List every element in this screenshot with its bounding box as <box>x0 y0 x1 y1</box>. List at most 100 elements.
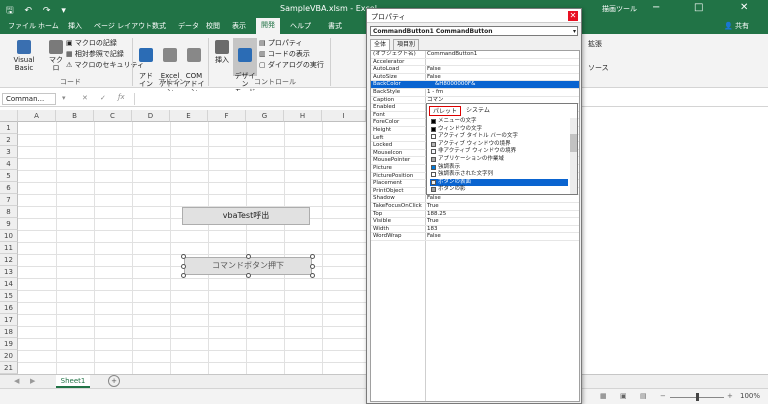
select-all-corner[interactable] <box>0 110 18 122</box>
property-row[interactable]: BackStyle 1 - fm <box>371 89 579 97</box>
close-button[interactable]: ✕ <box>740 2 748 13</box>
property-row[interactable]: AutoLoad False <box>371 66 579 74</box>
vbatest-command-button[interactable]: vbaTest呼出 <box>182 207 310 225</box>
name-box[interactable]: Comman... <box>2 93 56 105</box>
column-header[interactable]: G <box>246 110 284 122</box>
property-row[interactable]: (オブジェクト名) CommandButton1 <box>371 51 579 59</box>
visual-basic-button[interactable]: Visual Basic <box>4 40 44 72</box>
row-header[interactable]: 3 <box>0 146 18 158</box>
property-row[interactable]: Width 183 <box>371 226 579 234</box>
row-header[interactable]: 17 <box>0 314 18 326</box>
view-code-button[interactable]: ▥ コードの表示 <box>259 50 310 58</box>
zoom-slider-thumb[interactable] <box>696 393 699 401</box>
design-mode-button[interactable]: デザイン モード <box>233 38 257 96</box>
tab-view[interactable]: 表示 <box>232 21 246 31</box>
row-header[interactable]: 10 <box>0 230 18 242</box>
row-header[interactable]: 13 <box>0 266 18 278</box>
row-header[interactable]: 7 <box>0 194 18 206</box>
row-header[interactable]: 4 <box>0 158 18 170</box>
addin-button[interactable]: アド イン <box>136 40 156 88</box>
tab-data[interactable]: データ <box>178 21 199 31</box>
sheet-tab-sheet1[interactable]: Sheet1 <box>56 375 90 388</box>
function-icon[interactable]: ƒx <box>118 93 125 101</box>
expand-button[interactable]: 拡張 <box>588 40 602 48</box>
resize-handle[interactable] <box>181 254 186 259</box>
column-header[interactable]: D <box>132 110 170 122</box>
tab-review[interactable]: 校閲 <box>206 21 220 31</box>
cancel-icon[interactable]: ✕ <box>82 94 88 102</box>
add-sheet-button[interactable]: + <box>108 375 120 387</box>
share-button[interactable]: 👤 共有 <box>724 21 749 31</box>
minimize-button[interactable]: − <box>652 2 660 13</box>
namebox-dropdown-icon[interactable]: ▾ <box>62 94 66 102</box>
column-header[interactable]: H <box>284 110 322 122</box>
color-option[interactable]: アクティブ タイトル バーの文字 <box>430 133 568 141</box>
color-option[interactable]: アプリケーションの作業域 <box>430 156 568 164</box>
tab-palette[interactable]: パレット <box>429 106 462 116</box>
tab-help[interactable]: ヘルプ <box>290 21 311 31</box>
color-option[interactable]: メニューの文字 <box>430 118 568 126</box>
scrollbar-thumb[interactable] <box>570 134 577 152</box>
row-header[interactable]: 8 <box>0 206 18 218</box>
tab-developer[interactable]: 開発 <box>256 18 280 34</box>
dropdown-scrollbar[interactable] <box>570 118 577 194</box>
zoom-in-icon[interactable]: + <box>727 392 733 400</box>
view-normal-icon[interactable]: ▦ <box>600 392 607 400</box>
tab-file[interactable]: ファイル <box>8 21 36 31</box>
row-header[interactable]: 14 <box>0 278 18 290</box>
tab-formulas[interactable]: 数式 <box>152 21 166 31</box>
property-row[interactable]: BackColor &H8000000F& <box>371 81 579 89</box>
row-header[interactable]: 9 <box>0 218 18 230</box>
tab-page-layout[interactable]: ページ レイアウト <box>94 21 152 31</box>
relative-ref-button[interactable]: ▦ 相対参照で記録 <box>66 50 124 58</box>
zoom-level[interactable]: 100% <box>740 392 760 400</box>
enter-icon[interactable]: ✓ <box>100 94 106 102</box>
quick-access-toolbar[interactable]: 🖫 ↶ ↷ ▾ <box>6 3 70 19</box>
color-option[interactable]: ボタンの影 <box>430 186 568 194</box>
com-addin-button[interactable]: COM アドイン <box>182 40 206 96</box>
row-header[interactable]: 5 <box>0 170 18 182</box>
row-header[interactable]: 20 <box>0 350 18 362</box>
resize-handle[interactable] <box>181 273 186 278</box>
resize-handle[interactable] <box>310 254 315 259</box>
tab-home[interactable]: ホーム <box>38 21 59 31</box>
property-row[interactable]: AutoSize False <box>371 74 579 82</box>
resize-handle[interactable] <box>310 273 315 278</box>
view-page-layout-icon[interactable]: ▣ <box>620 392 627 400</box>
source-button[interactable]: ソース <box>588 64 609 72</box>
properties-button[interactable]: ▤ プロパティ <box>259 39 302 47</box>
column-header[interactable]: B <box>56 110 94 122</box>
tab-system[interactable]: システム <box>463 106 493 116</box>
excel-addin-button[interactable]: Excel アドイン <box>158 40 182 96</box>
property-row[interactable]: Visible True <box>371 218 579 226</box>
row-header[interactable]: 2 <box>0 134 18 146</box>
column-header[interactable]: E <box>170 110 208 122</box>
color-option[interactable]: 非アクティブ ウィンドウの境界 <box>430 148 568 156</box>
view-page-break-icon[interactable]: ▤ <box>640 392 647 400</box>
color-option[interactable]: 強調表示 <box>430 164 568 172</box>
column-header[interactable]: A <box>18 110 56 122</box>
tab-alphabetic[interactable]: 全体 <box>370 39 391 50</box>
row-header[interactable]: 1 <box>0 122 18 134</box>
column-header[interactable]: I <box>322 110 366 122</box>
tab-insert[interactable]: 挿入 <box>68 21 82 31</box>
resize-handle[interactable] <box>246 254 251 259</box>
property-row[interactable]: TakeFocusOnClick True <box>371 203 579 211</box>
insert-control-button[interactable]: 挿入 <box>212 40 232 64</box>
property-row[interactable]: Top 188.25 <box>371 211 579 219</box>
property-row[interactable]: WordWrap False <box>371 233 579 241</box>
color-option[interactable]: 強調表示された文字列 <box>430 171 568 179</box>
row-header[interactable]: 12 <box>0 254 18 266</box>
tab-categorized[interactable]: 項目別 <box>393 39 420 50</box>
row-header[interactable]: 15 <box>0 290 18 302</box>
record-macro-button[interactable]: ▣ マクロの記録 <box>66 39 117 47</box>
run-dialog-button[interactable]: ▢ ダイアログの実行 <box>259 61 324 69</box>
sheet-next-icon[interactable]: ▶ <box>30 377 35 385</box>
resize-handle[interactable] <box>181 264 186 269</box>
property-row[interactable]: Shadow False <box>371 195 579 203</box>
maximize-button[interactable]: □ <box>694 2 703 13</box>
resize-handle[interactable] <box>246 273 251 278</box>
tab-format[interactable]: 書式 <box>328 21 342 31</box>
properties-close-button[interactable]: ✕ <box>568 11 578 21</box>
object-selector[interactable]: CommandButton1 CommandButton ▾ <box>370 26 578 36</box>
